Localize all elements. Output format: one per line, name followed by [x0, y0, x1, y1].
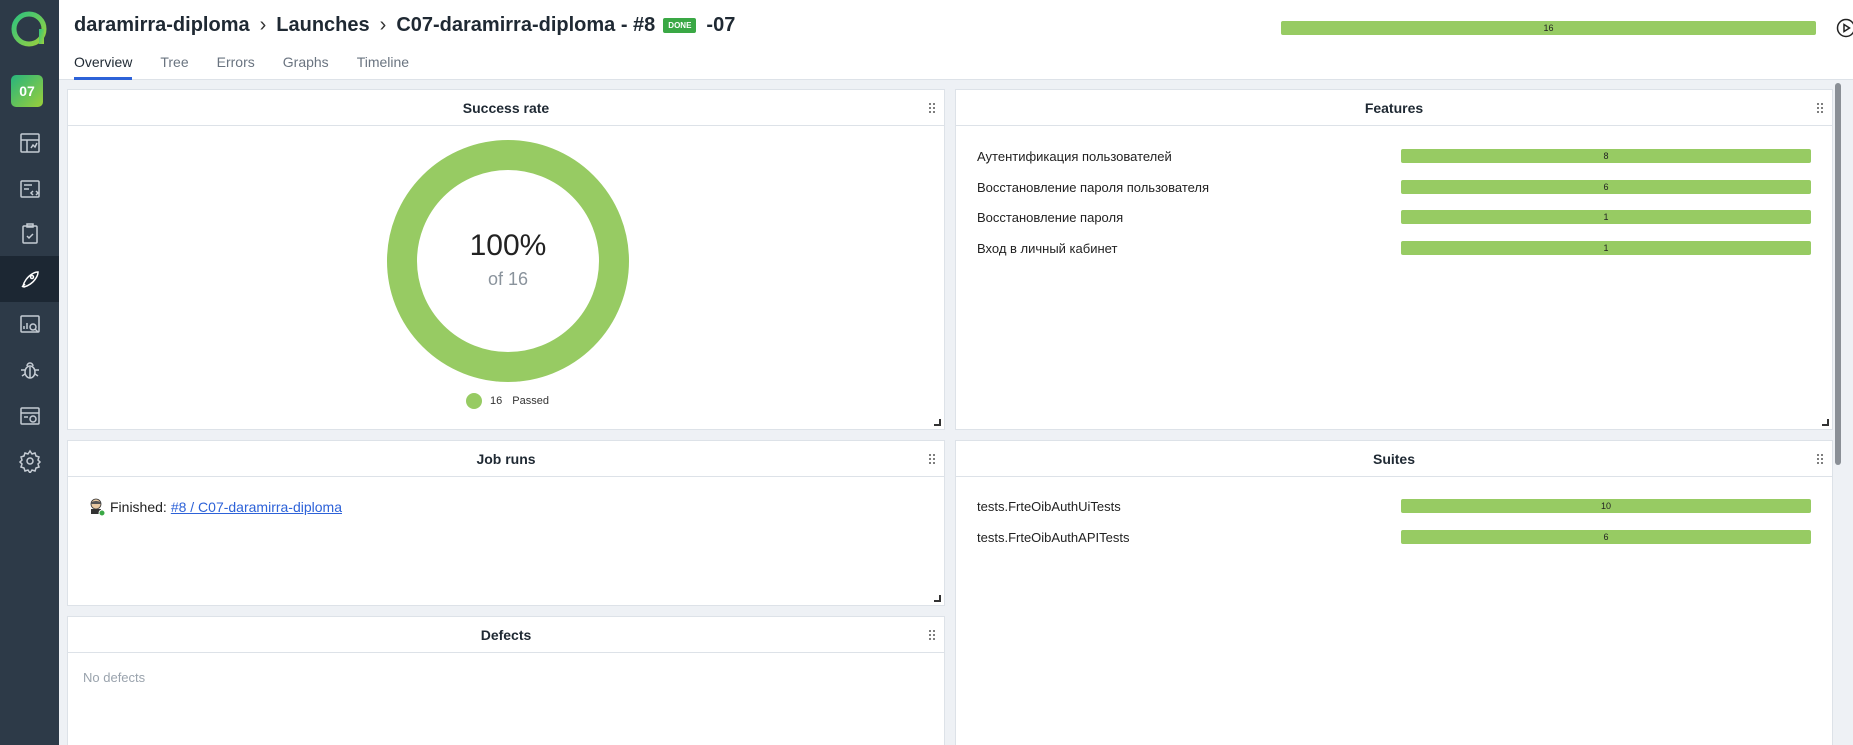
suite-label: tests.FrteOibAuthUiTests — [977, 498, 1121, 514]
job-run-link[interactable]: #8 / C07-daramirra-diploma — [171, 499, 342, 515]
success-donut: 100% of 16 — [386, 139, 630, 383]
suite-bar: 10 — [1401, 499, 1811, 513]
suite-bar: 6 — [1401, 530, 1811, 544]
nav-launches[interactable] — [0, 256, 59, 302]
job-status-text: Finished: — [110, 499, 167, 515]
nav-analytics[interactable] — [0, 302, 59, 348]
feature-bar: 6 — [1401, 180, 1811, 194]
drag-handle-icon[interactable] — [928, 629, 936, 641]
breadcrumb: daramirra-diploma › Launches › C07-daram… — [74, 14, 735, 37]
analytics-icon — [19, 315, 40, 333]
sidebar: 07 — [0, 0, 59, 745]
suite-label: tests.FrteOibAuthAPITests — [977, 529, 1130, 545]
job-run-item: Finished: #8 / C07-daramirra-diploma — [89, 498, 342, 516]
success-total: of 16 — [487, 269, 529, 289]
dashboard-icon — [19, 133, 40, 153]
test-plans-icon — [21, 223, 38, 244]
donut-legend: 16 Passed — [466, 393, 549, 409]
success-percent: 100% — [469, 229, 547, 262]
legend-label: Passed — [512, 395, 549, 407]
breadcrumb-project[interactable]: daramirra-diploma — [74, 14, 250, 37]
page-title: C07-daramirra-diploma - #8 — [396, 14, 656, 36]
launch-progress-bar: 16 — [1281, 21, 1816, 35]
project-badge[interactable]: 07 — [11, 75, 43, 107]
widget-title: Job runs — [68, 441, 944, 477]
widget-title: Features — [956, 90, 1832, 126]
drag-handle-icon[interactable] — [1816, 102, 1824, 114]
page-scrollbar[interactable] — [1835, 83, 1841, 465]
defects-widget: Defects No defects — [67, 616, 945, 745]
settings-icon — [18, 449, 41, 473]
allure-logo-icon[interactable] — [10, 10, 48, 48]
feature-label: Восстановление пароля — [977, 209, 1124, 225]
success-rate-title: Success rate — [462, 100, 550, 116]
drag-handle-icon[interactable] — [928, 453, 936, 465]
run-launch-icon[interactable] — [1836, 18, 1853, 38]
feature-row[interactable]: Вход в личный кабинет 1 — [977, 238, 1811, 258]
features-widget: Features Аутентификация пользователей 8 … — [955, 89, 1833, 430]
defects-icon — [20, 362, 39, 379]
breadcrumb-launches[interactable]: Launches — [276, 14, 369, 37]
status-badge: DONE — [663, 18, 697, 33]
drag-handle-icon[interactable] — [1816, 453, 1824, 465]
tab-timeline[interactable]: Timeline — [357, 54, 409, 80]
defects-title: Defects — [480, 627, 532, 643]
launch-suffix: -07 — [706, 14, 736, 36]
nav-test-plans[interactable] — [0, 211, 59, 257]
jobs-icon — [19, 407, 40, 425]
feature-bar: 8 — [1401, 149, 1811, 163]
nav-jobs[interactable] — [0, 393, 59, 439]
job-runs-title: Job runs — [476, 451, 536, 467]
nav-defects[interactable] — [0, 347, 59, 393]
jenkins-avatar-icon — [90, 498, 105, 516]
tab-errors[interactable]: Errors — [217, 54, 255, 80]
widget-title: Defects — [68, 617, 944, 653]
resize-handle-icon[interactable] — [1822, 419, 1829, 426]
legend-count: 16 — [490, 395, 503, 407]
page-header: daramirra-diploma › Launches › C07-daram… — [59, 0, 1853, 80]
widget-title: Success rate — [68, 90, 944, 126]
nav-test-cases[interactable] — [0, 166, 59, 212]
success-rate-widget: Success rate 100% of 16 16 Passed — [67, 89, 945, 430]
feature-row[interactable]: Восстановление пароля пользователя 6 — [977, 177, 1811, 197]
resize-handle-icon[interactable] — [934, 595, 941, 602]
tab-bar: Overview Tree Errors Graphs Timeline — [74, 54, 437, 80]
suites-title: Suites — [1372, 451, 1415, 467]
feature-label: Восстановление пароля пользователя — [977, 179, 1210, 195]
no-defects-text: No defects — [83, 670, 146, 685]
suite-row[interactable]: tests.FrteOibAuthAPITests 6 — [977, 527, 1811, 547]
features-title: Features — [1364, 100, 1424, 116]
suite-row[interactable]: tests.FrteOibAuthUiTests 10 — [977, 496, 1811, 516]
feature-row[interactable]: Аутентификация пользователей 8 — [977, 146, 1811, 166]
nav-settings[interactable] — [0, 438, 59, 484]
chevron-right-icon: › — [259, 14, 267, 36]
resize-handle-icon[interactable] — [934, 419, 941, 426]
feature-bar: 1 — [1401, 210, 1811, 224]
tab-graphs[interactable]: Graphs — [283, 54, 329, 80]
tab-overview[interactable]: Overview — [74, 54, 133, 80]
passed-legend-dot — [466, 393, 482, 409]
chevron-right-icon: › — [379, 14, 387, 36]
job-runs-widget: Job runs Finished: #8 / C07-daramirra-di… — [67, 440, 945, 606]
feature-bar: 1 — [1401, 241, 1811, 255]
suites-widget: Suites tests.FrteOibAuthUiTests 10 tests… — [955, 440, 1833, 745]
test-cases-icon — [19, 180, 40, 198]
widget-title: Suites — [956, 441, 1832, 477]
launches-icon — [20, 271, 39, 288]
feature-label: Вход в личный кабинет — [977, 240, 1118, 256]
nav-dashboards[interactable] — [0, 120, 59, 166]
drag-handle-icon[interactable] — [928, 102, 936, 114]
feature-row[interactable]: Восстановление пароля 1 — [977, 207, 1811, 227]
feature-label: Аутентификация пользователей — [977, 148, 1172, 164]
tab-tree[interactable]: Tree — [160, 54, 188, 80]
